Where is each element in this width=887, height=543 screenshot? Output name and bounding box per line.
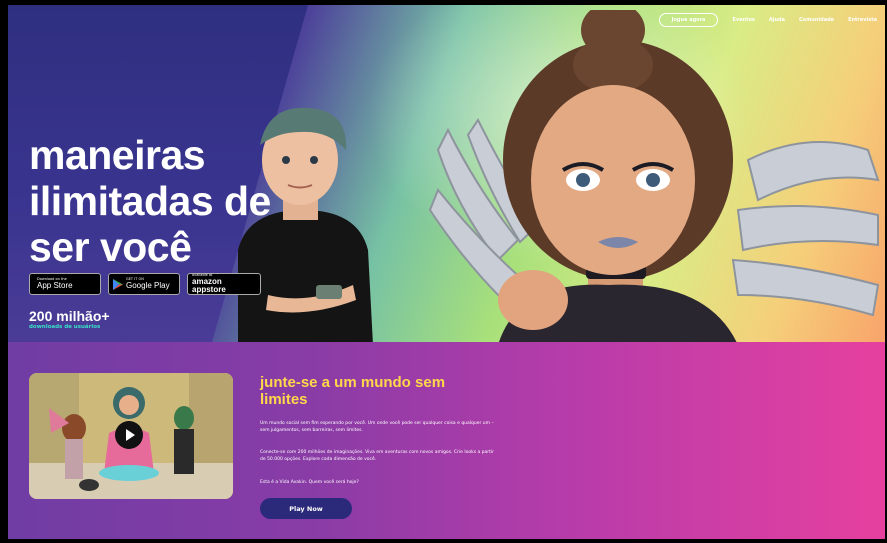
avatar-girl-illustration (428, 10, 880, 342)
play-now-button[interactable]: Play Now (260, 498, 352, 519)
headline-line-3: ser você (29, 224, 192, 270)
downloads-stat: 200 milhão+ downloads de usuários (29, 308, 110, 331)
join-section: junte-se a um mundo sem limites Um mundo… (8, 342, 885, 539)
headline-line-2: ilimitadas de (29, 178, 271, 224)
section-paragraph-2: Conecte-se com 200 milhões de imaginaçõe… (260, 450, 494, 462)
section-title: junte-se a um mundo sem limites (260, 374, 446, 408)
downloads-label: downloads de usuários (29, 324, 101, 330)
store-badges: Download on the App Store GET IT ON Goog… (29, 273, 261, 295)
badge-big-text: Google Play (126, 280, 170, 290)
video-thumbnail[interactable] (29, 373, 233, 499)
google-play-badge[interactable]: GET IT ON Google Play (108, 273, 180, 295)
amazon-appstore-badge[interactable]: available at amazon appstore (187, 273, 261, 295)
section-paragraph-3: Esta é a Vida Avakin. Quem você será hoj… (260, 480, 359, 485)
play-icon (126, 429, 135, 441)
hero-banner: Jogue agora Eventos Ajuda Comunidade Ent… (8, 5, 885, 342)
badge-big-text: App Store (37, 280, 73, 290)
app-store-badge[interactable]: Download on the App Store (29, 273, 101, 295)
section-paragraph-1: Um mundo social sem fim esperando por vo… (260, 421, 494, 433)
headline-line-1: maneiras (29, 132, 206, 178)
badge-big-text: amazon appstore (192, 276, 226, 294)
hero-headline: maneiras ilimitadas de ser você (29, 132, 349, 270)
play-video-button[interactable] (115, 421, 143, 449)
google-play-icon (113, 278, 123, 290)
downloads-count: 200 milhão+ (29, 308, 110, 324)
page: Jogue agora Eventos Ajuda Comunidade Ent… (0, 0, 887, 543)
